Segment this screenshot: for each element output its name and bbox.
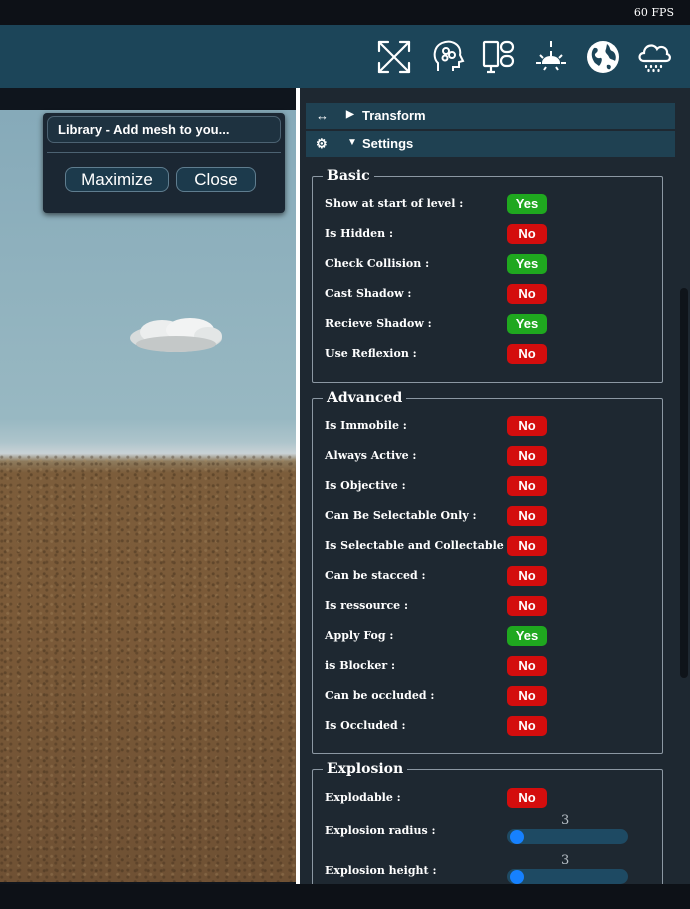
- setting-label: Always Active :: [325, 449, 417, 462]
- explodable-toggle[interactable]: No: [507, 788, 547, 808]
- setting-label: Is ressource :: [325, 599, 409, 612]
- explosion-height-slider[interactable]: [507, 869, 628, 884]
- setting-toggle[interactable]: No: [507, 596, 547, 616]
- panel-scrollbar[interactable]: [680, 288, 688, 678]
- settings-section-header[interactable]: ⚙ ▼ Settings: [306, 131, 675, 157]
- explosion-radius-row: Explosion radius : 3: [325, 813, 655, 844]
- close-button[interactable]: Close: [176, 167, 256, 192]
- setting-label: Recieve Shadow :: [325, 317, 432, 330]
- setting-toggle[interactable]: No: [507, 416, 547, 436]
- setting-row: Is Immobile : No: [325, 415, 655, 437]
- brain-head-icon[interactable]: [430, 39, 466, 75]
- setting-toggle[interactable]: No: [507, 566, 547, 586]
- setting-label: Is Immobile :: [325, 419, 407, 432]
- setting-label: Use Reflexion :: [325, 347, 417, 360]
- properties-panel: ↔ ▶ Transform ⚙ ▼ Settings Basic Show at…: [300, 88, 690, 884]
- setting-label: Show at start of level :: [325, 197, 464, 210]
- basic-legend: Basic: [323, 167, 374, 185]
- setting-toggle[interactable]: No: [507, 686, 547, 706]
- rain-cloud-icon[interactable]: [636, 39, 672, 75]
- status-bar: 60 FPS: [0, 0, 690, 25]
- basic-fieldset: Basic Show at start of level : Yes Is Hidd…: [312, 167, 663, 383]
- setting-label: Is Selectable and Collectable :: [325, 539, 512, 552]
- setting-row: Show at start of level : Yes: [325, 193, 655, 215]
- setting-row: Is Objective : No: [325, 475, 655, 497]
- setting-row: Is Hidden : No: [325, 223, 655, 245]
- explosion-legend: Explosion: [323, 760, 408, 778]
- gear-icon: ⚙: [316, 136, 328, 151]
- setting-label: Can be stacced :: [325, 569, 426, 582]
- setting-row: Cast Shadow : No: [325, 283, 655, 305]
- transform-label: Transform: [362, 108, 426, 123]
- setting-row: Recieve Shadow : Yes: [325, 313, 655, 335]
- explodable-row: Explodable : No: [325, 787, 655, 809]
- explosion-fieldset: Explosion Explodable : No Explosion radi…: [312, 760, 663, 884]
- setting-label: Is Occluded :: [325, 719, 406, 732]
- transform-section-header[interactable]: ↔ ▶ Transform: [306, 103, 675, 129]
- explosion-height-label: Explosion height :: [325, 864, 437, 877]
- maximize-button[interactable]: Maximize: [65, 167, 169, 192]
- 3d-viewport[interactable]: [0, 110, 296, 882]
- light-bulb-icon[interactable]: [533, 39, 569, 75]
- setting-toggle[interactable]: No: [507, 506, 547, 526]
- library-divider: [47, 152, 281, 153]
- setting-label: Is Objective :: [325, 479, 406, 492]
- setting-row: Can be occluded : No: [325, 685, 655, 707]
- setting-toggle[interactable]: No: [507, 716, 547, 736]
- setting-toggle[interactable]: No: [507, 284, 547, 304]
- setting-toggle[interactable]: No: [507, 476, 547, 496]
- explosion-height-value: 3: [561, 853, 570, 868]
- slider-knob[interactable]: [510, 870, 524, 884]
- setting-label: Apply Fog :: [325, 629, 394, 642]
- setting-row: Can Be Selectable Only : No: [325, 505, 655, 527]
- explosion-radius-value: 3: [561, 813, 570, 828]
- setting-label: Can be occluded :: [325, 689, 435, 702]
- fps-counter: 60 FPS: [633, 6, 674, 19]
- explosion-radius-label: Explosion radius :: [325, 824, 436, 837]
- explodable-label: Explodable :: [325, 791, 401, 804]
- setting-label: Check Collision :: [325, 257, 430, 270]
- viewport-header-strip: [0, 88, 296, 110]
- setting-toggle[interactable]: No: [507, 446, 547, 466]
- setting-row: Is Occluded : No: [325, 715, 655, 737]
- advanced-legend: Advanced: [323, 389, 407, 407]
- bottom-bar: [0, 884, 690, 909]
- setting-toggle[interactable]: No: [507, 344, 547, 364]
- caret-right-icon: ▶: [346, 109, 354, 120]
- library-title[interactable]: Library - Add mesh to you...: [47, 116, 281, 143]
- setting-row: Always Active : No: [325, 445, 655, 467]
- setting-row: Check Collision : Yes: [325, 253, 655, 275]
- setting-toggle[interactable]: Yes: [507, 254, 547, 274]
- setting-toggle[interactable]: No: [507, 536, 547, 556]
- setting-row: Apply Fog : Yes: [325, 625, 655, 647]
- ui-layout-icon[interactable]: [481, 39, 517, 75]
- ground-texture: [0, 455, 296, 882]
- setting-label: Can Be Selectable Only :: [325, 509, 477, 522]
- explosion-height-row: Explosion height : 3: [325, 853, 655, 884]
- setting-row: Can be stacced : No: [325, 565, 655, 587]
- setting-toggle[interactable]: Yes: [507, 194, 547, 214]
- explosion-radius-slider[interactable]: [507, 829, 628, 844]
- setting-row: Use Reflexion : No: [325, 343, 655, 365]
- horizontal-arrows-icon: ↔: [316, 108, 329, 123]
- globe-icon[interactable]: [585, 39, 621, 75]
- slider-knob[interactable]: [510, 830, 524, 844]
- setting-toggle[interactable]: No: [507, 656, 547, 676]
- setting-label: Cast Shadow :: [325, 287, 412, 300]
- setting-label: Is Hidden :: [325, 227, 394, 240]
- top-toolbar: [0, 25, 690, 88]
- setting-toggle[interactable]: Yes: [507, 626, 547, 646]
- setting-label: is Blocker :: [325, 659, 396, 672]
- setting-row: Is Selectable and Collectable : No: [325, 535, 655, 557]
- setting-toggle[interactable]: Yes: [507, 314, 547, 334]
- expand-arrows-icon[interactable]: [376, 39, 412, 75]
- library-window: Library - Add mesh to you... Maximize Cl…: [43, 113, 285, 213]
- settings-label: Settings: [362, 136, 414, 151]
- caret-down-icon: ▼: [347, 137, 357, 148]
- cloud-model[interactable]: [128, 314, 224, 356]
- setting-row: is Blocker : No: [325, 655, 655, 677]
- setting-toggle[interactable]: No: [507, 224, 547, 244]
- advanced-fieldset: Advanced Is Immobile : No Always Active : N…: [312, 389, 663, 754]
- setting-row: Is ressource : No: [325, 595, 655, 617]
